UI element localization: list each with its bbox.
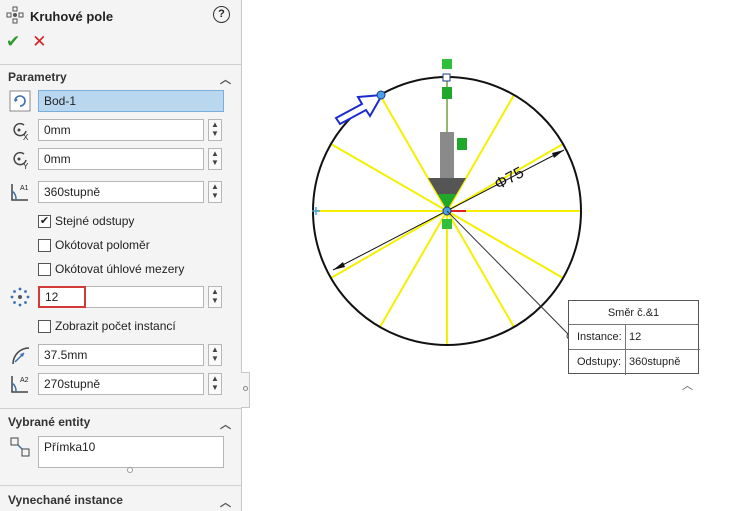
- start-angle-field[interactable]: 270stupně: [38, 373, 204, 395]
- selected-entities-section-header[interactable]: Vybrané entity ︿: [0, 411, 241, 433]
- callout-spacing-row: Odstupy: 360stupně: [569, 350, 700, 375]
- show-instance-count-checkbox[interactable]: Zobrazit počet instancí: [38, 319, 176, 333]
- checkbox-checked-icon[interactable]: ✔: [38, 214, 51, 228]
- total-angle-icon: A1: [8, 181, 32, 203]
- callout-title: Směr č.&1: [569, 301, 698, 325]
- panel-header: Kruhové pole ?: [6, 6, 236, 26]
- green-marker-icon: [442, 219, 452, 229]
- panel-title: Kruhové pole: [30, 8, 114, 24]
- checkbox-unchecked-icon[interactable]: [38, 238, 51, 252]
- graphics-area[interactable]: Φ75: [242, 0, 750, 511]
- chevron-up-icon[interactable]: ︿: [220, 416, 231, 432]
- radius-field[interactable]: 37.5mm: [38, 344, 204, 366]
- x-coordinate-icon: X: [8, 119, 32, 141]
- chevron-up-icon[interactable]: ︿: [220, 71, 231, 87]
- callout-spacing-value[interactable]: 360stupně: [625, 350, 700, 375]
- svg-text:A2: A2: [20, 377, 29, 384]
- parameters-section-header[interactable]: Parametry ︿: [0, 66, 241, 88]
- svg-text:A1: A1: [20, 185, 29, 192]
- dimension-angular-spacing-checkbox[interactable]: Okótovat úhlové mezery: [38, 262, 184, 276]
- skipped-instances-title: Vynechané instance: [8, 493, 123, 507]
- app-window: Kruhové pole ? ✔ ✕ Parametry ︿ Bod-1 X 0…: [0, 0, 750, 511]
- instance-count-icon: [8, 286, 32, 308]
- show-instance-count-label: Zobrazit počet instancí: [55, 319, 176, 333]
- y-coordinate-icon: Y: [8, 148, 32, 170]
- gray-arrow-shaft: [440, 132, 454, 180]
- selected-entities-list[interactable]: Přímka10: [38, 436, 224, 468]
- y-coordinate-field[interactable]: 0mm: [38, 148, 204, 170]
- divider: [0, 64, 241, 65]
- equal-spacing-label: Stejné odstupy: [55, 214, 135, 228]
- chevron-up-icon[interactable]: ︿: [220, 494, 231, 510]
- center-point-field[interactable]: Bod-1: [38, 90, 224, 112]
- start-angle-icon: A2: [8, 373, 32, 395]
- instance-count-field-extent[interactable]: [86, 286, 204, 308]
- callout-spacing-label: Odstupy:: [577, 356, 622, 368]
- x-coordinate-field[interactable]: 0mm: [38, 119, 204, 141]
- radius-icon: [8, 344, 32, 366]
- start-point-handle[interactable]: [376, 90, 386, 100]
- x-spinner[interactable]: ▲ ▼: [208, 119, 222, 141]
- divider: [0, 408, 241, 409]
- help-icon[interactable]: ?: [213, 6, 230, 23]
- instance-count-field[interactable]: 12: [38, 286, 86, 308]
- parameters-section-title: Parametry: [8, 70, 67, 84]
- angle-spinner[interactable]: ▲ ▼: [208, 181, 222, 203]
- svg-text:X: X: [23, 133, 29, 141]
- checkbox-unchecked-icon[interactable]: [38, 262, 51, 276]
- radius-spinner[interactable]: ▲ ▼: [208, 344, 222, 366]
- ok-icon[interactable]: ✔: [6, 32, 20, 52]
- rotate-direction-icon[interactable]: [8, 90, 32, 112]
- dimension-angular-spacing-label: Okótovat úhlové mezery: [55, 262, 185, 276]
- y-spinner[interactable]: ▲ ▼: [208, 148, 222, 170]
- skipped-instances-section-header[interactable]: Vynechané instance ︿: [0, 489, 241, 511]
- cancel-icon[interactable]: ✕: [32, 32, 46, 52]
- svg-text:Y: Y: [23, 162, 29, 170]
- green-marker-icon: [457, 138, 467, 150]
- dimension-arrow-end-icon: [552, 150, 564, 158]
- dimension-radius-label: Okótovat poloměr: [55, 238, 150, 252]
- callout-instances-label: Instance:: [577, 331, 622, 343]
- divider: [0, 485, 241, 486]
- top-anchor-handle[interactable]: [442, 73, 451, 82]
- entities-to-pattern-icon: [8, 436, 32, 458]
- green-marker-icon: [442, 59, 452, 69]
- start-angle-spinner[interactable]: ▲ ▼: [208, 373, 222, 395]
- callout-instances-value[interactable]: 12: [625, 325, 700, 350]
- resize-handle[interactable]: [127, 467, 133, 473]
- instance-count-spinner[interactable]: ▲ ▼: [208, 286, 222, 308]
- chevron-up-icon[interactable]: ︿: [682, 377, 693, 393]
- dimension-radius-checkbox[interactable]: Okótovat poloměr: [38, 238, 150, 252]
- ok-cancel-group: ✔ ✕: [6, 32, 47, 52]
- pattern-callout[interactable]: Směr č.&1 Instance: 12 Odstupy: 360stupn…: [568, 300, 700, 375]
- equal-spacing-checkbox[interactable]: ✔ Stejné odstupy: [38, 214, 134, 228]
- green-marker-icon: [442, 87, 452, 99]
- checkbox-unchecked-icon[interactable]: [38, 319, 51, 333]
- callout-instances-row: Instance: 12: [569, 325, 700, 350]
- property-manager-panel: Kruhové pole ? ✔ ✕ Parametry ︿ Bod-1 X 0…: [0, 0, 242, 511]
- list-item[interactable]: Přímka10: [44, 440, 218, 454]
- circular-pattern-icon: [6, 6, 24, 27]
- selected-entities-title: Vybrané entity: [8, 415, 91, 429]
- total-angle-field[interactable]: 360stupně: [38, 181, 204, 203]
- dimension-arrow-start-icon: [333, 262, 345, 270]
- blue-direction-arrow-icon[interactable]: [334, 93, 384, 126]
